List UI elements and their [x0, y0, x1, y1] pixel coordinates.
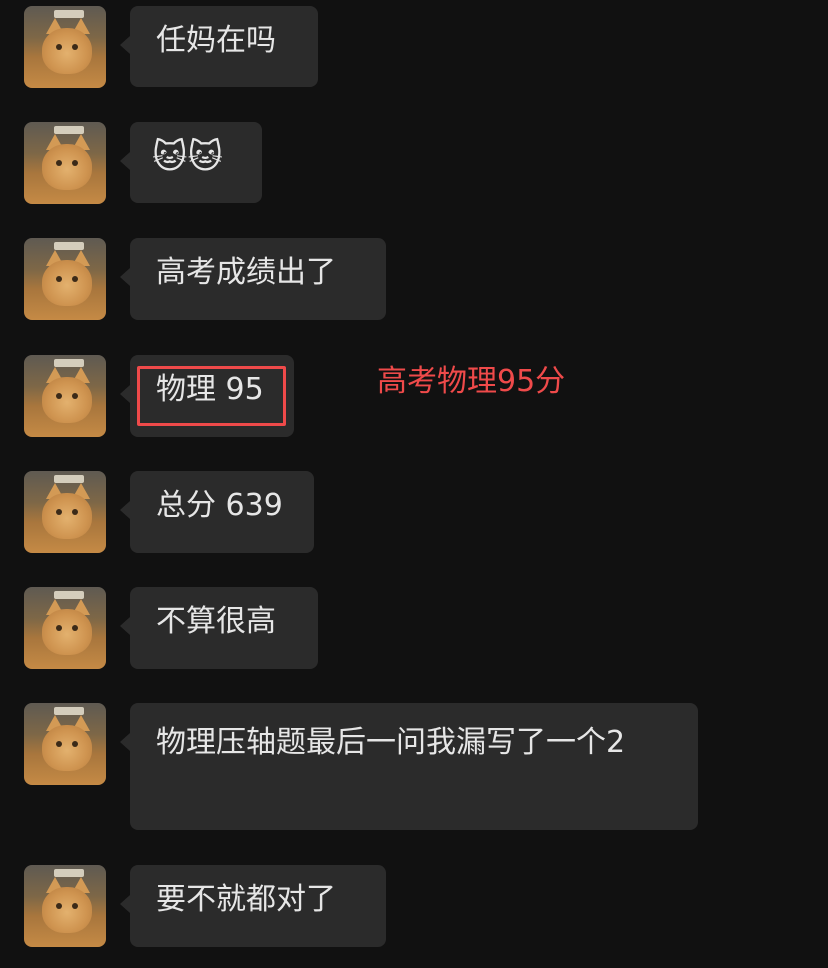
cat-head: [42, 260, 92, 306]
avatar[interactable]: [24, 587, 106, 669]
message-bubble[interactable]: 不算很高: [120, 587, 318, 669]
avatar-sign: [54, 591, 84, 599]
message-bubble[interactable]: 高考成绩出了: [120, 238, 386, 320]
cat-eye-right: [72, 625, 78, 631]
annotation-label: 高考物理95分: [377, 364, 566, 399]
avatar[interactable]: [24, 6, 106, 88]
cat-eye-left: [56, 903, 62, 909]
cat-head: [42, 887, 92, 933]
cat-head: [42, 609, 92, 655]
message-text: 要不就都对了: [156, 882, 336, 917]
avatar[interactable]: [24, 703, 106, 785]
cat-eye-left: [56, 393, 62, 399]
cat-eye-left: [56, 509, 62, 515]
cat-head: [42, 725, 92, 771]
cat-eye-left: [56, 44, 62, 50]
message-bubble[interactable]: 物理压轴题最后一问我漏写了一个2: [120, 703, 698, 830]
message-text: 任妈在吗: [156, 23, 276, 58]
cat-eye-right: [72, 741, 78, 747]
avatar-sign: [54, 869, 84, 877]
cat-head: [42, 493, 92, 539]
cat-eye-right: [72, 509, 78, 515]
cat-eye-right: [72, 393, 78, 399]
message-text: 高考成绩出了: [156, 255, 336, 290]
cat-eye-right: [72, 160, 78, 166]
cat-emoji-icon: 🐱🐱: [152, 137, 223, 177]
message-bubble[interactable]: 🐱🐱: [120, 122, 262, 203]
avatar-sign: [54, 126, 84, 134]
cat-eye-right: [72, 276, 78, 282]
message-text: 物理压轴题最后一问我漏写了一个2: [156, 725, 626, 760]
message-bubble[interactable]: 任妈在吗: [120, 6, 318, 87]
avatar[interactable]: [24, 238, 106, 320]
cat-eye-right: [72, 903, 78, 909]
avatar[interactable]: [24, 355, 106, 437]
highlight-box: [137, 366, 286, 426]
cat-head: [42, 377, 92, 423]
avatar[interactable]: [24, 471, 106, 553]
cat-eye-left: [56, 741, 62, 747]
cat-head: [42, 144, 92, 190]
avatar[interactable]: [24, 122, 106, 204]
avatar-sign: [54, 359, 84, 367]
message-text: 不算很高: [156, 604, 276, 639]
cat-head: [42, 28, 92, 74]
message-bubble[interactable]: 总分 639: [120, 471, 314, 553]
avatar-sign: [54, 475, 84, 483]
avatar-sign: [54, 242, 84, 250]
avatar-sign: [54, 707, 84, 715]
avatar[interactable]: [24, 865, 106, 947]
cat-eye-right: [72, 44, 78, 50]
message-bubble[interactable]: 要不就都对了: [120, 865, 386, 947]
message-text: 总分 639: [156, 488, 283, 523]
cat-eye-left: [56, 160, 62, 166]
avatar-sign: [54, 10, 84, 18]
chat-view: 任妈在吗 🐱🐱 高考成绩出了 物理 95 高考物理95分 总分 639 不算很高…: [0, 0, 828, 968]
cat-eye-left: [56, 276, 62, 282]
cat-eye-left: [56, 625, 62, 631]
